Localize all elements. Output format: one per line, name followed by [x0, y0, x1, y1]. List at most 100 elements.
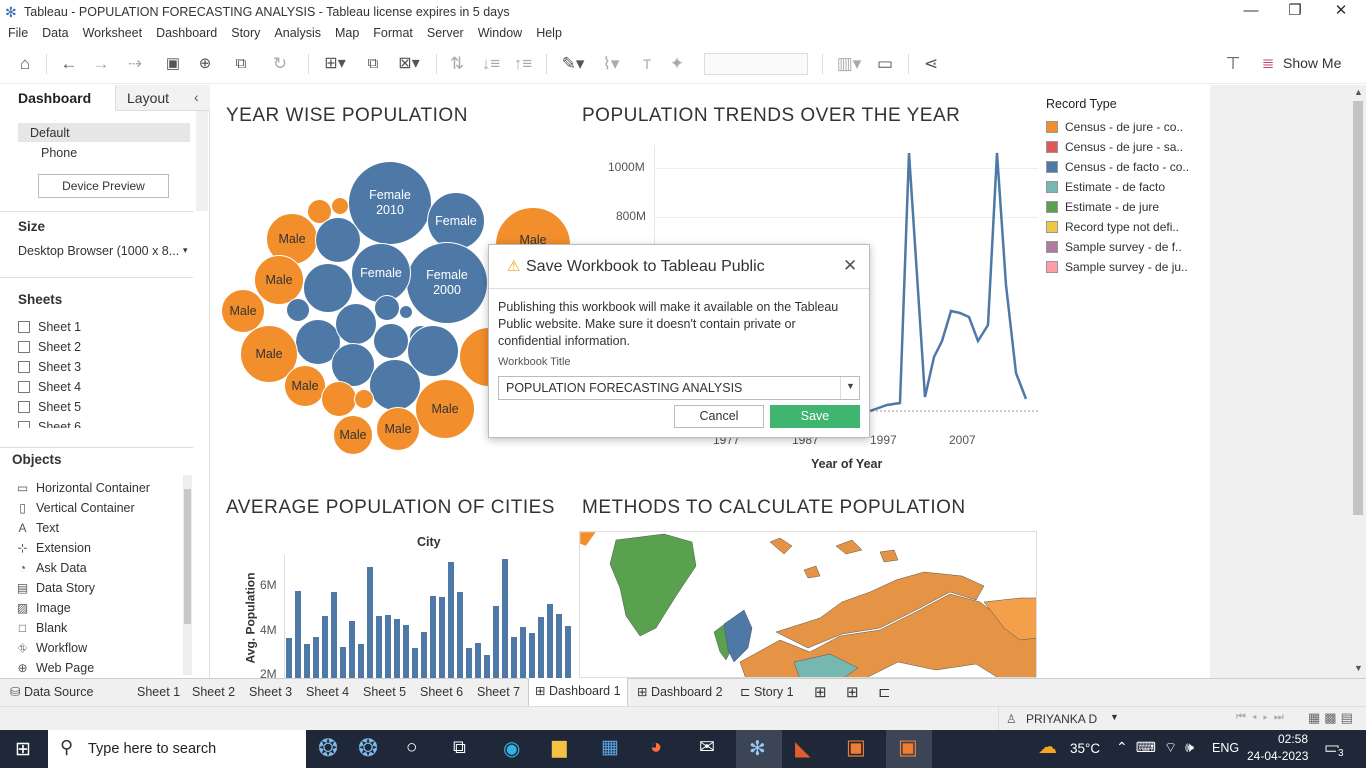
sheet-nav-icons[interactable]: ⏮◂▸⏭ [1236, 711, 1290, 724]
store-icon[interactable]: ▦ [601, 736, 619, 759]
windows-start-icon[interactable]: ⊞ [15, 738, 31, 761]
menu-format[interactable]: Format [373, 24, 413, 44]
title-dropdown-icon[interactable]: ▼ [846, 381, 855, 391]
menu-analysis[interactable]: Analysis [274, 24, 321, 44]
tab-dashboard[interactable]: Dashboard [0, 85, 115, 111]
new-dashboard-icon[interactable]: ⊞ [840, 679, 865, 707]
legend-item[interactable]: Record type not defi.. [1046, 217, 1206, 237]
object-horizontal-container[interactable]: ▭ Horizontal Container [16, 481, 181, 501]
bubble-male[interactable] [321, 381, 357, 417]
bubble-male[interactable]: Male [415, 379, 475, 439]
save-button[interactable]: Save [770, 405, 860, 428]
bubble-female[interactable] [286, 298, 310, 322]
weather-icon[interactable]: ☁ [1038, 736, 1057, 759]
legend-item[interactable]: Census - de jure - sa.. [1046, 137, 1206, 157]
sheet-item[interactable]: Sheet 2 [18, 340, 188, 360]
bubble-female-2000[interactable]: Female 2000 [406, 242, 488, 324]
legend-item[interactable]: Sample survey - de f.. [1046, 237, 1206, 257]
object-vertical-container[interactable]: ▯ Vertical Container [16, 501, 181, 521]
tab-sheet-1[interactable]: Sheet 1 [131, 679, 186, 707]
group-icon[interactable]: ⌇▾ [596, 53, 626, 75]
format-icon[interactable]: ⊤ [1222, 53, 1244, 75]
pause-updates-icon[interactable]: ⧉ [226, 53, 256, 75]
tab-sheet-2[interactable]: Sheet 2 [186, 679, 241, 707]
tab-data-source[interactable]: ⛁ Data Source [4, 679, 99, 707]
bubble-female[interactable] [399, 305, 413, 319]
legend-item[interactable]: Census - de facto - co.. [1046, 157, 1206, 177]
user-dropdown-icon[interactable]: ▼ [1110, 712, 1119, 722]
legend-item[interactable]: Estimate - de jure [1046, 197, 1206, 217]
device-default[interactable]: Default [18, 123, 190, 142]
menu-story[interactable]: Story [231, 24, 260, 44]
legend-item[interactable]: Estimate - de facto [1046, 177, 1206, 197]
new-sheet-icon[interactable]: ⊞▾ [318, 53, 352, 75]
firefox-icon[interactable]: ◕ [650, 736, 662, 759]
menu-dashboard[interactable]: Dashboard [156, 24, 217, 44]
size-chevron-icon[interactable]: ▾ [183, 245, 188, 256]
menu-help[interactable]: Help [536, 24, 562, 44]
tableau-task[interactable]: ✻ [736, 730, 782, 768]
bubble-male[interactable] [331, 197, 349, 215]
view-mode-icons[interactable]: ▦▩▤ [1308, 710, 1357, 726]
home-icon[interactable]: ⌂ [14, 53, 36, 75]
world-map[interactable] [579, 531, 1037, 678]
menu-file[interactable]: File [8, 24, 28, 44]
scroll-down-icon[interactable]: ▼ [1354, 663, 1363, 673]
user-name[interactable]: PRIYANKA D [1026, 712, 1097, 726]
presentation-icon[interactable]: ▭ [874, 53, 896, 75]
show-me-button[interactable]: Show Me [1283, 55, 1341, 71]
sheet-item[interactable]: Sheet 1 [18, 320, 188, 340]
object-text[interactable]: A Text [16, 521, 181, 541]
tab-story-1[interactable]: ⊏ Story 1 [734, 679, 800, 707]
sheet-item[interactable]: Sheet 5 [18, 400, 188, 420]
share-icon[interactable]: ⋖ [920, 53, 942, 75]
new-story-icon[interactable]: ⊏ [872, 679, 897, 707]
language-indicator[interactable]: ENG [1212, 741, 1239, 755]
show-cards-icon[interactable]: ▥▾ [832, 53, 866, 75]
bubble-female[interactable] [373, 323, 409, 359]
tab-sheet-7[interactable]: Sheet 7 [471, 679, 526, 707]
sheet-item[interactable]: Sheet 4 [18, 380, 188, 400]
workbook-title-field[interactable]: POPULATION FORECASTING ANALYSIS ▼ [498, 376, 860, 400]
bubble-male[interactable]: Male [376, 407, 420, 451]
labels-icon[interactable]: T [636, 53, 658, 75]
scroll-thumb[interactable] [1353, 101, 1363, 515]
object-data-story[interactable]: ▤ Data Story [16, 581, 181, 601]
bubble-female[interactable] [369, 359, 421, 411]
bubble-female[interactable] [315, 217, 361, 263]
sort-asc-icon[interactable]: ↓≡ [480, 53, 502, 75]
replay-icon[interactable]: ⇢ [120, 53, 150, 75]
new-worksheet-icon[interactable]: ⊞ [808, 679, 833, 707]
bubble-male[interactable]: Male [284, 365, 326, 407]
refresh-icon[interactable]: ↻ [265, 53, 295, 75]
upload-app-task[interactable]: ▣ [886, 730, 932, 768]
object-extension[interactable]: ⊹ Extension [16, 541, 181, 561]
mail-icon[interactable]: ✉ [699, 736, 715, 759]
device-phone[interactable]: Phone [41, 146, 77, 160]
collapse-icon[interactable]: ‹ [194, 89, 199, 105]
menu-map[interactable]: Map [335, 24, 359, 44]
menu-server[interactable]: Server [427, 24, 464, 44]
fit-dropdown[interactable] [704, 53, 808, 75]
task-view-icon[interactable]: ⧉ [453, 737, 466, 758]
file-explorer-icon[interactable]: ▆ [552, 736, 567, 759]
sort-desc-icon[interactable]: ↑≡ [512, 53, 534, 75]
clear-sheet-icon[interactable]: ⊠▾ [392, 53, 426, 75]
bubble-female[interactable] [335, 303, 377, 345]
object-blank[interactable]: □ Blank [16, 621, 181, 641]
pin-icon[interactable]: ✦ [666, 53, 688, 75]
tab-sheet-3[interactable]: Sheet 3 [243, 679, 298, 707]
bubble-female[interactable]: Female [351, 243, 411, 303]
dialog-close-icon[interactable]: ✕ [843, 256, 857, 276]
new-datasource-icon[interactable]: ⊕ [195, 53, 215, 75]
bubble-male[interactable] [354, 389, 374, 409]
duplicate-icon[interactable]: ⧉ [362, 53, 384, 75]
object-image[interactable]: ▨ Image [16, 601, 181, 621]
redo-icon[interactable]: → [90, 53, 112, 75]
object-ask-data[interactable]: ◔ Ask Data [16, 561, 181, 581]
bubble-female[interactable] [374, 295, 400, 321]
cortana-icon[interactable]: ○ [406, 737, 417, 759]
bar-chart[interactable]: City Avg. Population 6M 4M 2M [226, 525, 576, 678]
scroll-up-icon[interactable]: ▲ [1354, 87, 1363, 97]
devices-scrollbar[interactable] [196, 111, 208, 211]
